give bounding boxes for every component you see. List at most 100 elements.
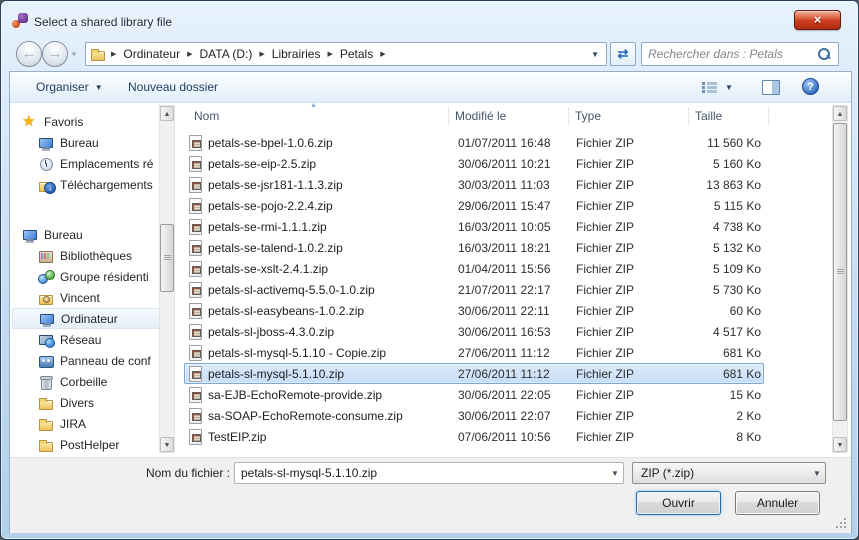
- file-row[interactable]: sa-EJB-EchoRemote-provide.zip 30/06/2011…: [184, 384, 764, 405]
- back-button[interactable]: ←: [16, 41, 42, 67]
- zip-file-icon: [189, 303, 202, 319]
- sidebar-item[interactable]: Bibliothèques: [12, 245, 160, 266]
- address-bar[interactable]: ▶Ordinateur▶DATA (D:)▶Librairies▶Petals▶…: [85, 42, 607, 66]
- chevron-down-icon: ▼: [95, 83, 103, 92]
- file-row[interactable]: petals-sl-easybeans-1.0.2.zip 30/06/2011…: [184, 300, 764, 321]
- file-name: petals-sl-jboss-4.3.0.zip: [208, 325, 334, 339]
- column-header-size[interactable]: Taille: [695, 109, 722, 123]
- desktop-icon: [38, 135, 54, 151]
- client-area: Organiser ▼ Nouveau dossier ▼ ? Favoris …: [9, 71, 852, 533]
- sidebar-item[interactable]: Téléchargements: [12, 174, 160, 195]
- file-modified-date: 01/07/2011 16:48: [458, 136, 551, 150]
- column-header-name[interactable]: Nom: [194, 109, 219, 123]
- sidebar-item[interactable]: Groupe résidenti: [12, 266, 160, 287]
- scroll-down-icon[interactable]: ▼: [833, 437, 847, 452]
- file-size: 681 Ko: [615, 346, 761, 360]
- sidebar-item[interactable]: PostHelper: [12, 434, 160, 455]
- file-row[interactable]: petals-se-talend-1.0.2.zip 16/03/2011 18…: [184, 237, 764, 258]
- file-modified-date: 16/03/2011 10:05: [458, 220, 551, 234]
- sidebar-item[interactable]: Panneau de conf: [12, 350, 160, 371]
- file-name: sa-EJB-EchoRemote-provide.zip: [208, 388, 382, 402]
- help-button[interactable]: ?: [802, 78, 819, 95]
- file-row[interactable]: petals-se-pojo-2.2.4.zip 29/06/2011 15:4…: [184, 195, 764, 216]
- refresh-button[interactable]: ⇄: [610, 42, 636, 66]
- file-modified-date: 30/03/2011 11:03: [458, 178, 550, 192]
- zip-file-icon: [189, 240, 202, 256]
- sidebar-item[interactable]: Ordinateur: [12, 308, 160, 329]
- breadcrumb-item[interactable]: Petals: [338, 47, 375, 61]
- folder-icon: [38, 437, 54, 453]
- file-row[interactable]: TestEIP.zip 07/06/2011 10:56 Fichier ZIP…: [184, 426, 764, 447]
- address-dropdown-icon[interactable]: ▼: [591, 50, 602, 59]
- file-modified-date: 30/06/2011 22:11: [458, 304, 550, 318]
- sidebar-item[interactable]: Emplacements ré: [12, 153, 160, 174]
- column-separator[interactable]: [768, 107, 769, 125]
- list-header: ▲ Nom Modifié le Type Taille: [180, 105, 830, 127]
- scrollbar-thumb[interactable]: [160, 224, 174, 292]
- sidebar-item[interactable]: Bureau: [12, 224, 160, 245]
- search-icon[interactable]: [816, 46, 832, 62]
- file-row[interactable]: petals-se-eip-2.5.zip 30/06/2011 10:21 F…: [184, 153, 764, 174]
- file-row[interactable]: petals-se-xslt-2.4.1.zip 01/04/2011 15:5…: [184, 258, 764, 279]
- zip-file-icon: [189, 345, 202, 361]
- scrollbar-thumb[interactable]: [833, 123, 847, 421]
- change-view-button[interactable]: ▼: [702, 72, 733, 102]
- list-scrollbar[interactable]: ▲ ▼: [832, 105, 848, 453]
- file-size: 5 160 Ko: [615, 157, 761, 171]
- file-size: 4 517 Ko: [615, 325, 761, 339]
- cancel-button[interactable]: Annuler: [735, 491, 820, 515]
- sidebar-item-label: Vincent: [60, 291, 100, 305]
- folder-icon: [38, 416, 54, 432]
- file-row[interactable]: petals-se-rmi-1.1.1.zip 16/03/2011 10:05…: [184, 216, 764, 237]
- forward-arrow-icon: →: [48, 45, 63, 62]
- file-modified-date: 01/04/2011 15:56: [458, 262, 551, 276]
- close-button[interactable]: ×: [794, 10, 841, 30]
- column-header-modified[interactable]: Modifié le: [455, 109, 506, 123]
- sidebar-item[interactable]: Favoris: [12, 111, 160, 132]
- file-row[interactable]: petals-sl-activemq-5.5.0-1.0.zip 21/07/2…: [184, 279, 764, 300]
- file-row[interactable]: petals-se-jsr181-1.1.3.zip 30/03/2011 11…: [184, 174, 764, 195]
- scroll-up-icon[interactable]: ▲: [160, 106, 174, 121]
- sidebar-item[interactable]: Vincent: [12, 287, 160, 308]
- breadcrumb-item[interactable]: Librairies: [270, 47, 323, 61]
- sidebar-item[interactable]: Bureau: [12, 132, 160, 153]
- column-separator[interactable]: [448, 107, 449, 125]
- resize-grip[interactable]: [834, 516, 847, 529]
- sidebar-item[interactable]: JIRA: [12, 413, 160, 434]
- file-size: 5 132 Ko: [615, 241, 761, 255]
- back-arrow-icon: ←: [22, 45, 37, 62]
- scroll-up-icon[interactable]: ▲: [833, 106, 847, 121]
- breadcrumb-item[interactable]: Ordinateur: [121, 47, 182, 61]
- breadcrumb-separator-icon: ▶: [375, 50, 390, 58]
- star-icon: [22, 114, 38, 130]
- sidebar-item-label: Panneau de conf: [60, 354, 151, 368]
- open-button[interactable]: Ouvrir: [636, 491, 721, 515]
- sidebar-scrollbar[interactable]: ▲ ▼: [159, 105, 175, 453]
- column-separator[interactable]: [688, 107, 689, 125]
- file-row[interactable]: petals-sl-mysql-5.1.10.zip 27/06/2011 11…: [184, 363, 764, 384]
- breadcrumb-item[interactable]: DATA (D:): [197, 47, 254, 61]
- sidebar-item[interactable]: Corbeille: [12, 371, 160, 392]
- file-row[interactable]: petals-sl-jboss-4.3.0.zip 30/06/2011 16:…: [184, 321, 764, 342]
- sidebar-item[interactable]: Réseau: [12, 329, 160, 350]
- zip-file-icon: [189, 177, 202, 193]
- sidebar-item[interactable]: Divers: [12, 392, 160, 413]
- filename-input[interactable]: [235, 466, 607, 480]
- organize-menu-button[interactable]: Organiser ▼: [28, 72, 111, 102]
- forward-button[interactable]: →: [42, 41, 68, 67]
- preview-pane-button[interactable]: [762, 80, 780, 95]
- file-row[interactable]: petals-se-bpel-1.0.6.zip 01/07/2011 16:4…: [184, 132, 764, 153]
- file-modified-date: 30/06/2011 22:07: [458, 409, 551, 423]
- chevron-down-icon[interactable]: ▼: [607, 469, 623, 478]
- new-folder-button[interactable]: Nouveau dossier: [120, 72, 226, 102]
- file-row[interactable]: petals-sl-mysql-5.1.10 - Copie.zip 27/06…: [184, 342, 764, 363]
- column-header-type[interactable]: Type: [575, 109, 601, 123]
- file-size: 13 863 Ko: [615, 178, 761, 192]
- filetype-dropdown[interactable]: ZIP (*.zip) ▼: [632, 462, 826, 484]
- recent-pages-chevron-icon[interactable]: ▼: [70, 50, 78, 59]
- scroll-down-icon[interactable]: ▼: [160, 437, 174, 452]
- desktop-icon: [22, 227, 38, 243]
- file-row[interactable]: sa-SOAP-EchoRemote-consume.zip 30/06/201…: [184, 405, 764, 426]
- search-input[interactable]: [642, 47, 816, 61]
- column-separator[interactable]: [568, 107, 569, 125]
